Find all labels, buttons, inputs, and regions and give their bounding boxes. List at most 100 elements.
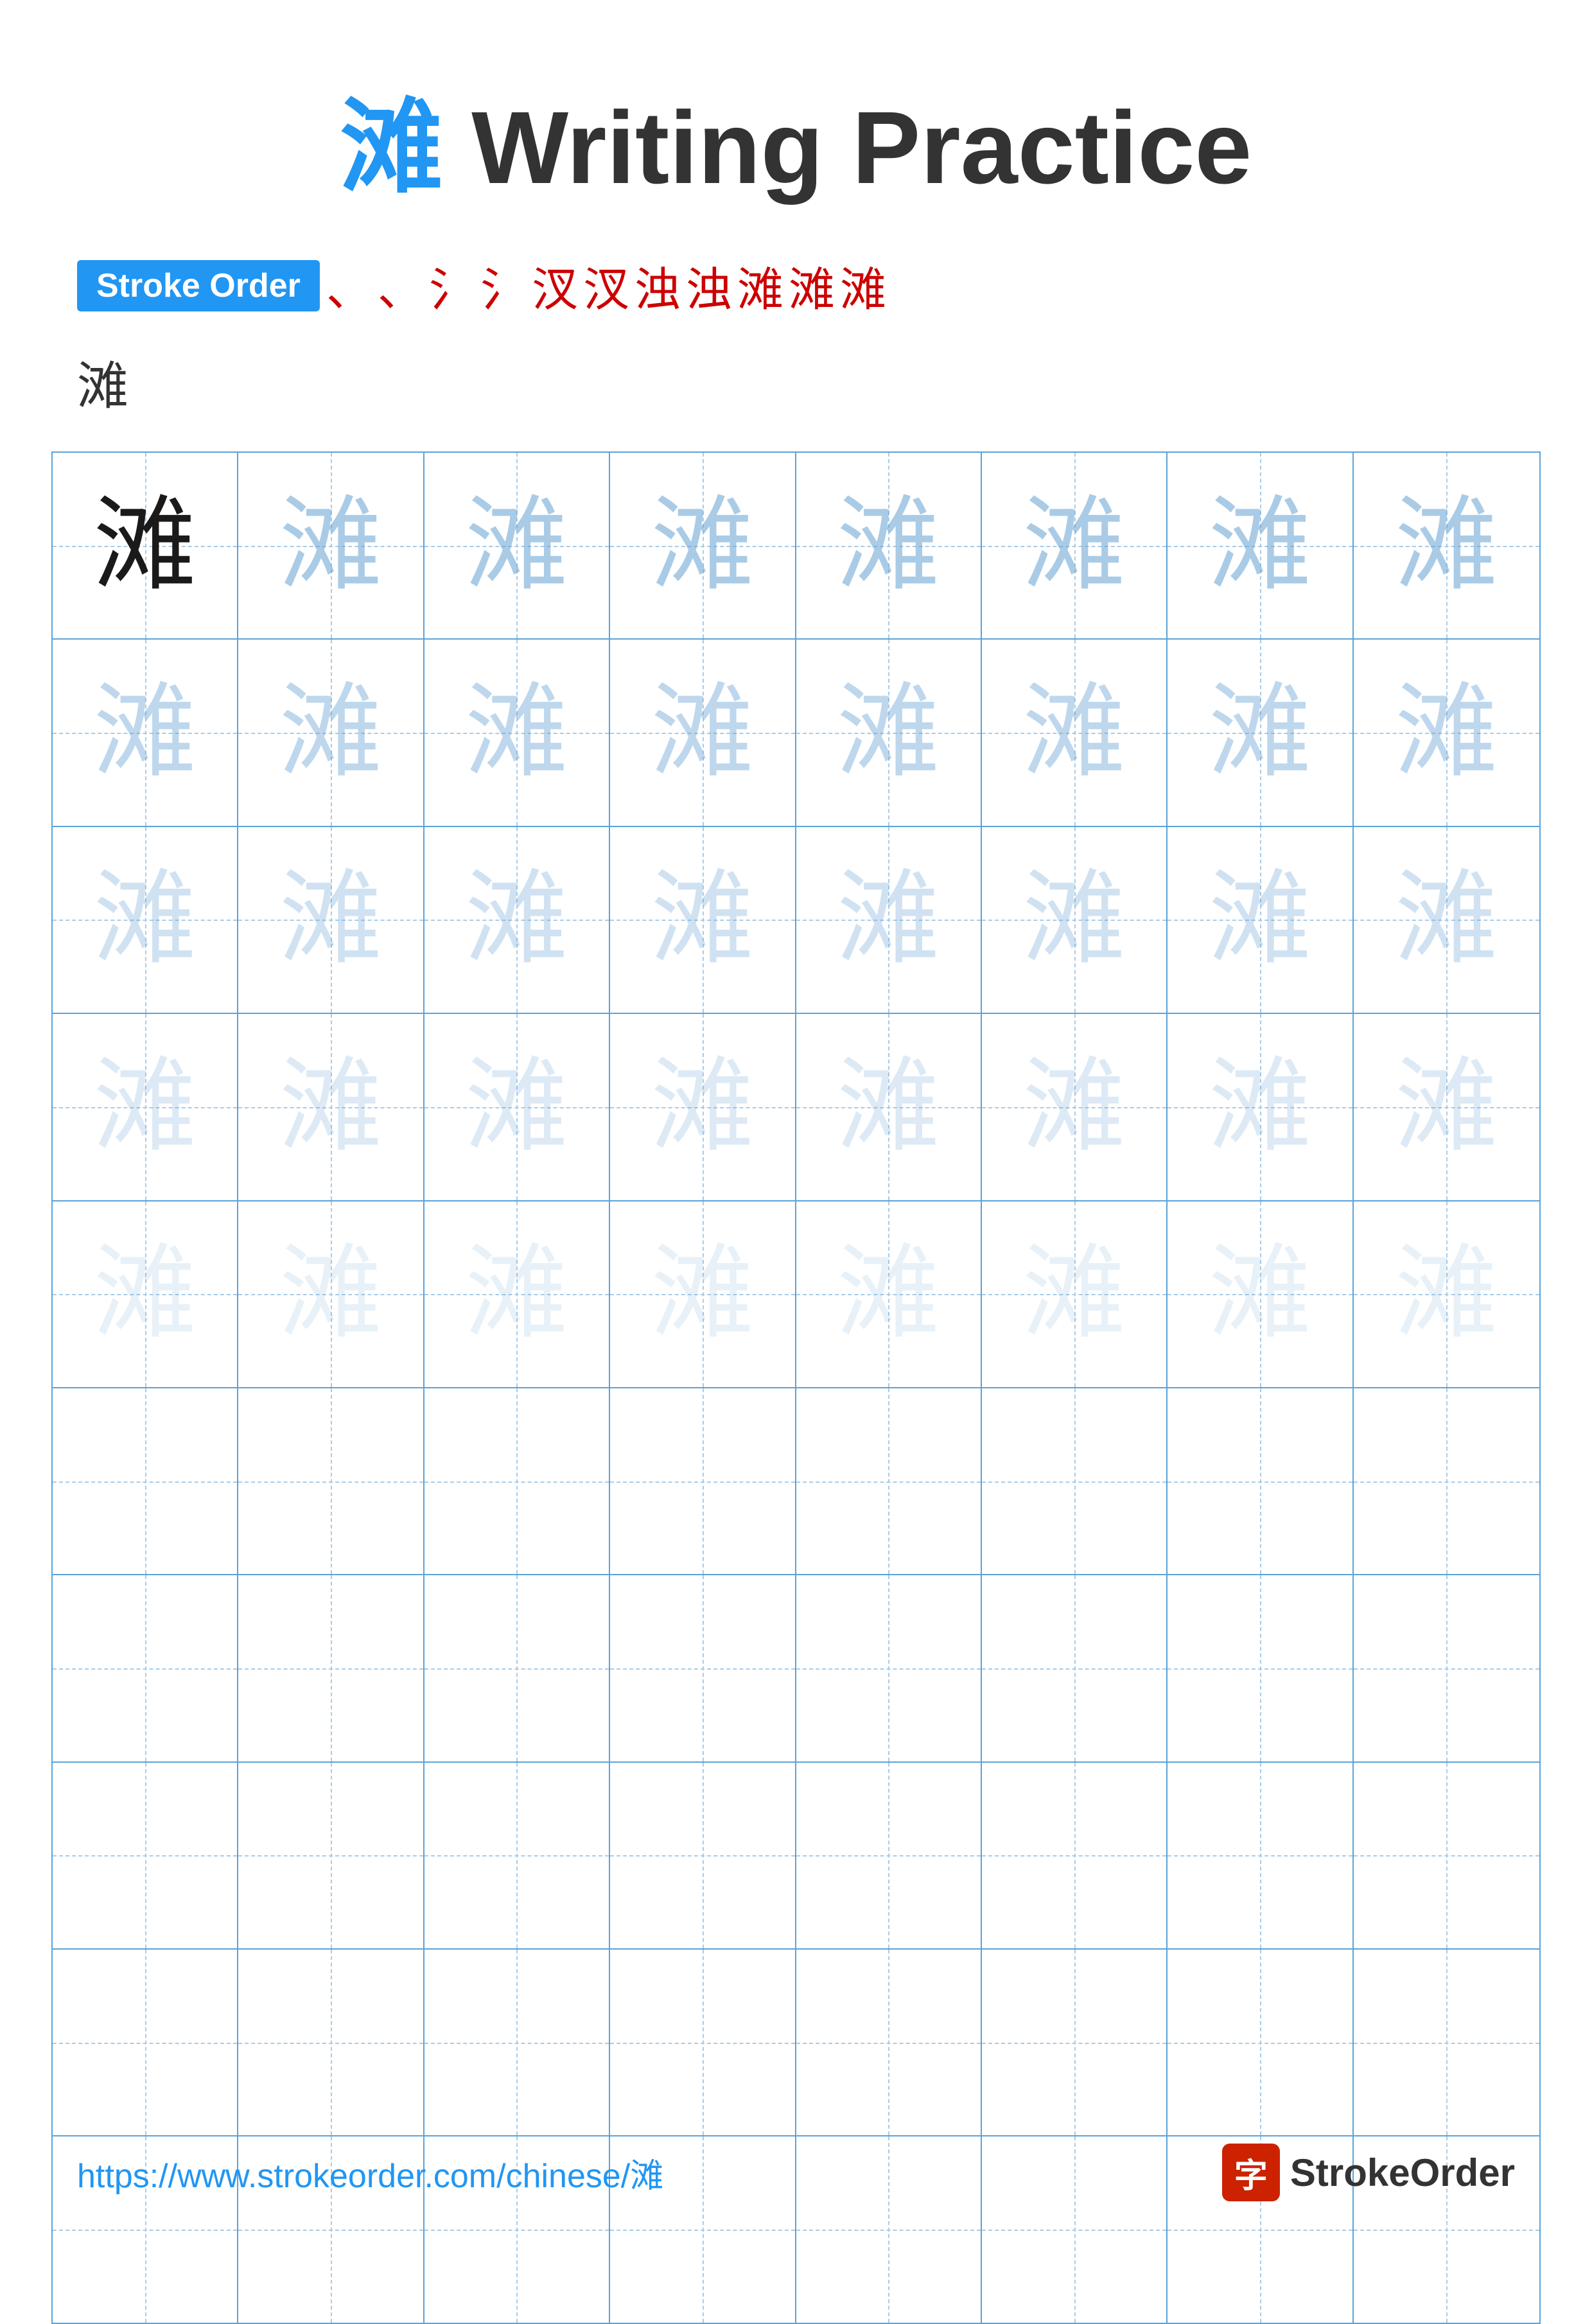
grid-cell-4-3: 滩 xyxy=(424,1014,610,1200)
grid-cell-5-1: 滩 xyxy=(53,1201,238,1387)
footer-url: https://www.strokeorder.com/chinese/滩 xyxy=(77,2149,663,2197)
char-light: 滩 xyxy=(1395,1056,1498,1158)
grid-cell-1-4: 滩 xyxy=(610,453,796,638)
grid-cell-3-8: 滩 xyxy=(1354,827,1539,1013)
grid-row-9 xyxy=(53,1950,1539,2136)
grid-row-4: 滩 滩 滩 滩 滩 滩 滩 滩 xyxy=(53,1014,1539,1201)
grid-cell-1-7: 滩 xyxy=(1168,453,1353,638)
grid-cell-3-3: 滩 xyxy=(424,827,610,1013)
grid-cell-3-7: 滩 xyxy=(1168,827,1353,1013)
grid-cell-3-6: 滩 xyxy=(982,827,1168,1013)
grid-cell-9-5 xyxy=(796,1950,982,2135)
grid-row-6 xyxy=(53,1388,1539,1575)
char-very-light: 滩 xyxy=(94,1243,197,1345)
grid-cell-4-5: 滩 xyxy=(796,1014,982,1200)
char-light: 滩 xyxy=(279,868,382,971)
char-light: 滩 xyxy=(1023,1056,1126,1158)
grid-cell-2-6: 滩 xyxy=(982,640,1168,825)
grid-cell-6-8 xyxy=(1354,1388,1539,1574)
title-char: 滩 xyxy=(340,91,443,205)
grid-cell-3-1: 滩 xyxy=(53,827,238,1013)
stroke-5: 汊 xyxy=(532,252,578,319)
grid-cell-4-7: 滩 xyxy=(1168,1014,1353,1200)
grid-cell-9-7 xyxy=(1168,1950,1353,2135)
char-very-light: 滩 xyxy=(465,1243,568,1345)
stroke-6: 汊 xyxy=(583,252,629,319)
footer-logo-icon: 字 xyxy=(1222,2144,1280,2201)
grid-cell-7-4 xyxy=(610,1575,796,1761)
grid-cell-7-8 xyxy=(1354,1575,1539,1761)
title-section: 滩 Writing Practice xyxy=(0,0,1592,213)
grid-cell-6-3 xyxy=(424,1388,610,1574)
grid-cell-2-4: 滩 xyxy=(610,640,796,825)
grid-cell-8-7 xyxy=(1168,1763,1353,1948)
char-light: 滩 xyxy=(651,1056,754,1158)
char-dark: 滩 xyxy=(94,494,197,597)
grid-cell-3-4: 滩 xyxy=(610,827,796,1013)
grid-cell-2-8: 滩 xyxy=(1354,640,1539,825)
grid-cell-6-2 xyxy=(238,1388,424,1574)
grid-cell-8-1 xyxy=(53,1763,238,1948)
char-light: 滩 xyxy=(1023,868,1126,971)
char-light: 滩 xyxy=(1395,868,1498,971)
char-light: 滩 xyxy=(465,494,568,597)
grid-cell-8-8 xyxy=(1354,1763,1539,1948)
grid-row-7 xyxy=(53,1575,1539,1762)
grid-cell-5-6: 滩 xyxy=(982,1201,1168,1387)
full-char: 滩 xyxy=(77,359,128,415)
title-text: Writing Practice xyxy=(443,90,1252,205)
grid-cell-6-4 xyxy=(610,1388,796,1574)
stroke-1: 、 xyxy=(326,252,372,319)
grid-cell-6-7 xyxy=(1168,1388,1353,1574)
grid-cell-6-5 xyxy=(796,1388,982,1574)
grid-cell-7-6 xyxy=(982,1575,1168,1761)
grid-cell-1-3: 滩 xyxy=(424,453,610,638)
stroke-order-section: Stroke Order 、 、 氵 氵 汊 汊 浊 浊 滩 滩 滩 xyxy=(0,252,1592,319)
grid-cell-1-6: 滩 xyxy=(982,453,1168,638)
grid-cell-3-2: 滩 xyxy=(238,827,424,1013)
grid-cell-1-1: 滩 xyxy=(53,453,238,638)
grid-cell-8-3 xyxy=(424,1763,610,1948)
grid-cell-8-2 xyxy=(238,1763,424,1948)
grid-cell-4-6: 滩 xyxy=(982,1014,1168,1200)
char-very-light: 滩 xyxy=(279,1243,382,1345)
char-light: 滩 xyxy=(94,681,197,784)
grid-cell-1-2: 滩 xyxy=(238,453,424,638)
stroke-10: 滩 xyxy=(789,252,835,319)
footer-logo: 字 StrokeOrder xyxy=(1222,2144,1515,2201)
stroke-3: 氵 xyxy=(429,252,475,319)
grid-cell-5-5: 滩 xyxy=(796,1201,982,1387)
grid-cell-7-5 xyxy=(796,1575,982,1761)
grid-cell-7-1 xyxy=(53,1575,238,1761)
grid-cell-9-3 xyxy=(424,1950,610,2135)
grid-cell-6-6 xyxy=(982,1388,1168,1574)
char-light: 滩 xyxy=(465,681,568,784)
char-very-light: 滩 xyxy=(1395,1243,1498,1345)
char-light: 滩 xyxy=(94,868,197,971)
char-light: 滩 xyxy=(1395,494,1498,597)
grid-row-8 xyxy=(53,1763,1539,1950)
char-light: 滩 xyxy=(837,494,940,597)
grid-cell-7-2 xyxy=(238,1575,424,1761)
grid-cell-5-2: 滩 xyxy=(238,1201,424,1387)
grid-row-5: 滩 滩 滩 滩 滩 滩 滩 滩 xyxy=(53,1201,1539,1388)
char-light: 滩 xyxy=(837,681,940,784)
grid-row-3: 滩 滩 滩 滩 滩 滩 滩 滩 xyxy=(53,827,1539,1014)
char-light: 滩 xyxy=(651,868,754,971)
grid-cell-9-1 xyxy=(53,1950,238,2135)
stroke-8: 浊 xyxy=(686,252,732,319)
char-light: 滩 xyxy=(837,1056,940,1158)
char-light: 滩 xyxy=(465,1056,568,1158)
grid-row-1: 滩 滩 滩 滩 滩 滩 滩 滩 xyxy=(53,453,1539,640)
grid-cell-5-8: 滩 xyxy=(1354,1201,1539,1387)
stroke-2: 、 xyxy=(378,252,424,319)
grid-cell-4-1: 滩 xyxy=(53,1014,238,1200)
footer: https://www.strokeorder.com/chinese/滩 字 … xyxy=(0,2144,1592,2201)
char-light: 滩 xyxy=(651,681,754,784)
grid-cell-2-5: 滩 xyxy=(796,640,982,825)
grid-cell-4-8: 滩 xyxy=(1354,1014,1539,1200)
grid-cell-4-4: 滩 xyxy=(610,1014,796,1200)
grid-cell-7-7 xyxy=(1168,1575,1353,1761)
stroke-4: 氵 xyxy=(480,252,527,319)
grid-cell-2-1: 滩 xyxy=(53,640,238,825)
